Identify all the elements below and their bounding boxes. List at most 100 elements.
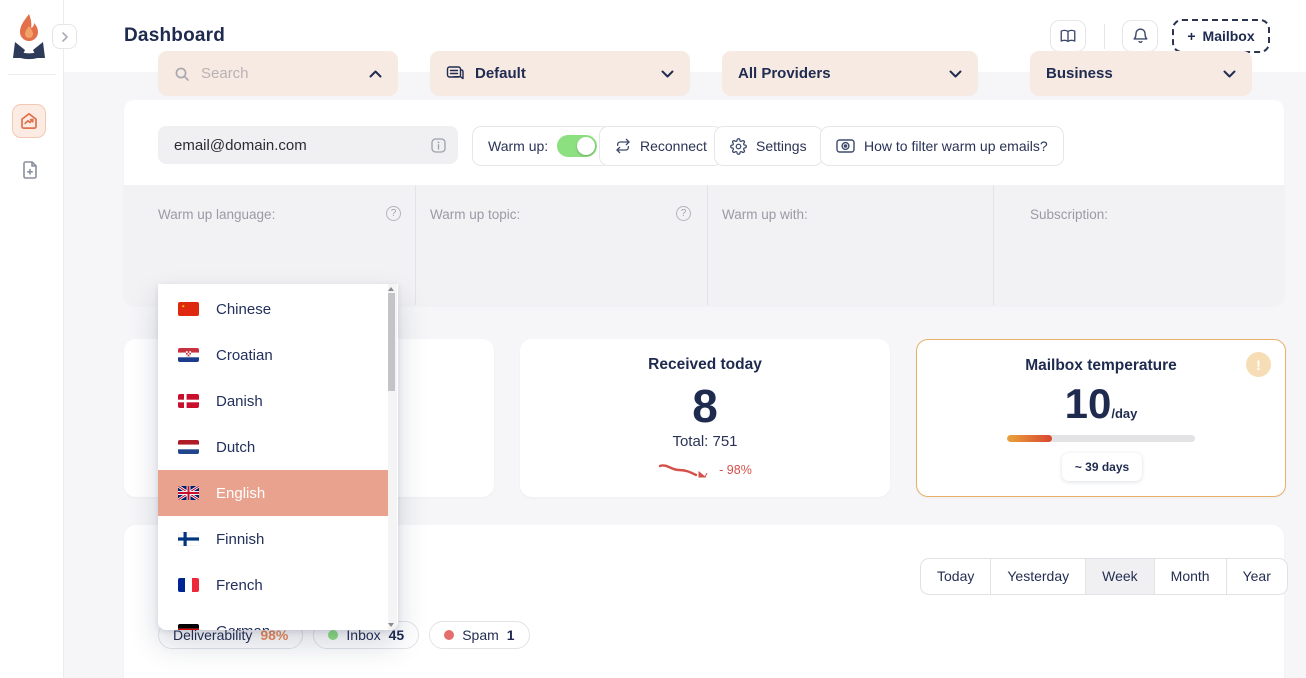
warmup-topic-label: Warm up topic:: [430, 207, 520, 222]
warmup-toggle[interactable]: [557, 135, 597, 157]
filter-divider: [707, 185, 708, 305]
legend-value: 1: [507, 627, 515, 643]
hr-flag-icon: [178, 348, 199, 362]
temperature-value-row: 10/day: [917, 380, 1285, 428]
chevron-down-icon: [661, 70, 674, 78]
reconnect-button[interactable]: Reconnect: [599, 126, 723, 166]
gb-flag-icon: [178, 486, 199, 500]
notifications-button[interactable]: [1122, 20, 1158, 52]
sidebar: [0, 0, 64, 678]
legend-label: Spam: [462, 627, 499, 643]
legend-dot-icon: [328, 630, 338, 640]
tab-month[interactable]: Month: [1155, 559, 1227, 594]
time-range-tabs: TodayYesterdayWeekMonthYear: [920, 558, 1288, 595]
email-value: email@domain.com: [174, 137, 431, 154]
header-divider: [1104, 24, 1105, 49]
received-today-card: Received today 8 Total: 751 - 98%: [520, 339, 890, 497]
search-icon: [174, 66, 190, 82]
received-today-title: Received today: [520, 356, 890, 374]
plus-icon: +: [1187, 28, 1195, 44]
tab-today[interactable]: Today: [921, 559, 991, 594]
video-tutorial-icon: [836, 138, 855, 154]
days-remaining-badge[interactable]: ~ 39 days: [1062, 453, 1142, 481]
how-to-filter-button[interactable]: How to filter warm up emails?: [820, 126, 1064, 166]
language-option-chinese[interactable]: Chinese: [158, 286, 388, 332]
language-option-label: English: [216, 485, 265, 502]
language-option-german[interactable]: German: [158, 608, 388, 630]
page-title: Dashboard: [124, 25, 225, 47]
email-field[interactable]: email@domain.com: [158, 126, 458, 164]
bell-icon: [1132, 27, 1149, 45]
fr-flag-icon: [178, 578, 199, 592]
scroll-down-arrow-icon[interactable]: [388, 623, 394, 627]
docs-button[interactable]: [1050, 20, 1086, 52]
legend-badge-spam[interactable]: Spam 1: [429, 621, 529, 649]
subscription-select[interactable]: Business: [1030, 51, 1252, 96]
chat-icon: [446, 65, 464, 82]
language-option-french[interactable]: French: [158, 562, 388, 608]
warmup-language-select[interactable]: Search: [158, 51, 398, 96]
warmup-label: Warm up:: [488, 138, 548, 154]
fi-flag-icon: [178, 532, 199, 546]
warmup-topic-select[interactable]: Default: [430, 51, 690, 96]
language-option-label: Croatian: [216, 347, 273, 364]
warmup-with-label: Warm up with:: [722, 207, 808, 222]
dropdown-scrollbar[interactable]: [388, 284, 397, 630]
chevron-down-icon: [949, 70, 962, 78]
scrollbar-thumb[interactable]: [388, 293, 395, 391]
reconnect-label: Reconnect: [640, 138, 707, 154]
language-option-label: Danish: [216, 393, 263, 410]
info-icon[interactable]: [431, 138, 446, 153]
settings-button[interactable]: Settings: [714, 126, 823, 166]
add-mailbox-button[interactable]: +Mailbox: [1172, 19, 1270, 53]
chevron-down-icon: [1223, 70, 1236, 78]
language-option-danish[interactable]: Danish: [158, 378, 388, 424]
sidebar-item-dashboard[interactable]: [12, 104, 46, 138]
tab-year[interactable]: Year: [1227, 559, 1287, 594]
filter-divider: [993, 185, 994, 305]
cn-flag-icon: [178, 302, 199, 316]
subscription-label: Subscription:: [1030, 207, 1108, 222]
how-to-filter-label: How to filter warm up emails?: [864, 138, 1048, 154]
language-search-input[interactable]: Search: [201, 65, 358, 82]
language-option-label: Dutch: [216, 439, 255, 456]
settings-label: Settings: [756, 138, 807, 154]
app-logo-campfire-icon[interactable]: [9, 12, 49, 60]
tab-week[interactable]: Week: [1086, 559, 1155, 594]
scroll-up-arrow-icon[interactable]: [388, 287, 394, 291]
language-list: Chinese Croatian Danish Dutch English Finnish…: [158, 286, 388, 630]
sidebar-expand-button[interactable]: [52, 24, 77, 49]
de-flag-icon: [178, 624, 199, 630]
tab-yesterday[interactable]: Yesterday: [991, 559, 1086, 594]
temperature-progress-fill: [1007, 435, 1052, 442]
toggle-knob: [577, 137, 595, 155]
nl-flag-icon: [178, 440, 199, 454]
language-option-english[interactable]: English: [158, 470, 388, 516]
app-root: Dashboard +Mailbox email@domain.c: [0, 0, 1306, 678]
help-icon[interactable]: ?: [676, 206, 691, 221]
temperature-value: 10: [1065, 380, 1112, 427]
language-option-finnish[interactable]: Finnish: [158, 516, 388, 562]
received-today-value: 8: [520, 379, 890, 433]
mailbox-temperature-title: Mailbox temperature: [917, 357, 1285, 375]
trend-percent: - 98%: [719, 463, 752, 477]
temperature-unit: /day: [1111, 406, 1137, 421]
temperature-progress-bar: [1007, 435, 1195, 442]
language-option-label: Finnish: [216, 531, 264, 548]
warmup-with-select[interactable]: All Providers: [722, 51, 978, 96]
subscription-value: Business: [1046, 65, 1212, 82]
received-total: Total: 751: [520, 433, 890, 450]
language-dropdown: Chinese Croatian Danish Dutch English Finnish…: [158, 284, 398, 630]
reconnect-icon: [615, 138, 631, 154]
warning-icon[interactable]: !: [1246, 352, 1271, 377]
language-option-dutch[interactable]: Dutch: [158, 424, 388, 470]
help-icon[interactable]: ?: [386, 206, 401, 221]
sidebar-divider: [8, 74, 56, 75]
language-option-croatian[interactable]: Croatian: [158, 332, 388, 378]
warmup-with-value: All Providers: [738, 65, 938, 82]
language-option-label: French: [216, 577, 263, 594]
trend-sparkline: [658, 461, 714, 479]
file-plus-icon: [19, 159, 41, 181]
sidebar-item-add-mailbox[interactable]: [15, 155, 45, 185]
chevron-up-icon: [369, 70, 382, 78]
